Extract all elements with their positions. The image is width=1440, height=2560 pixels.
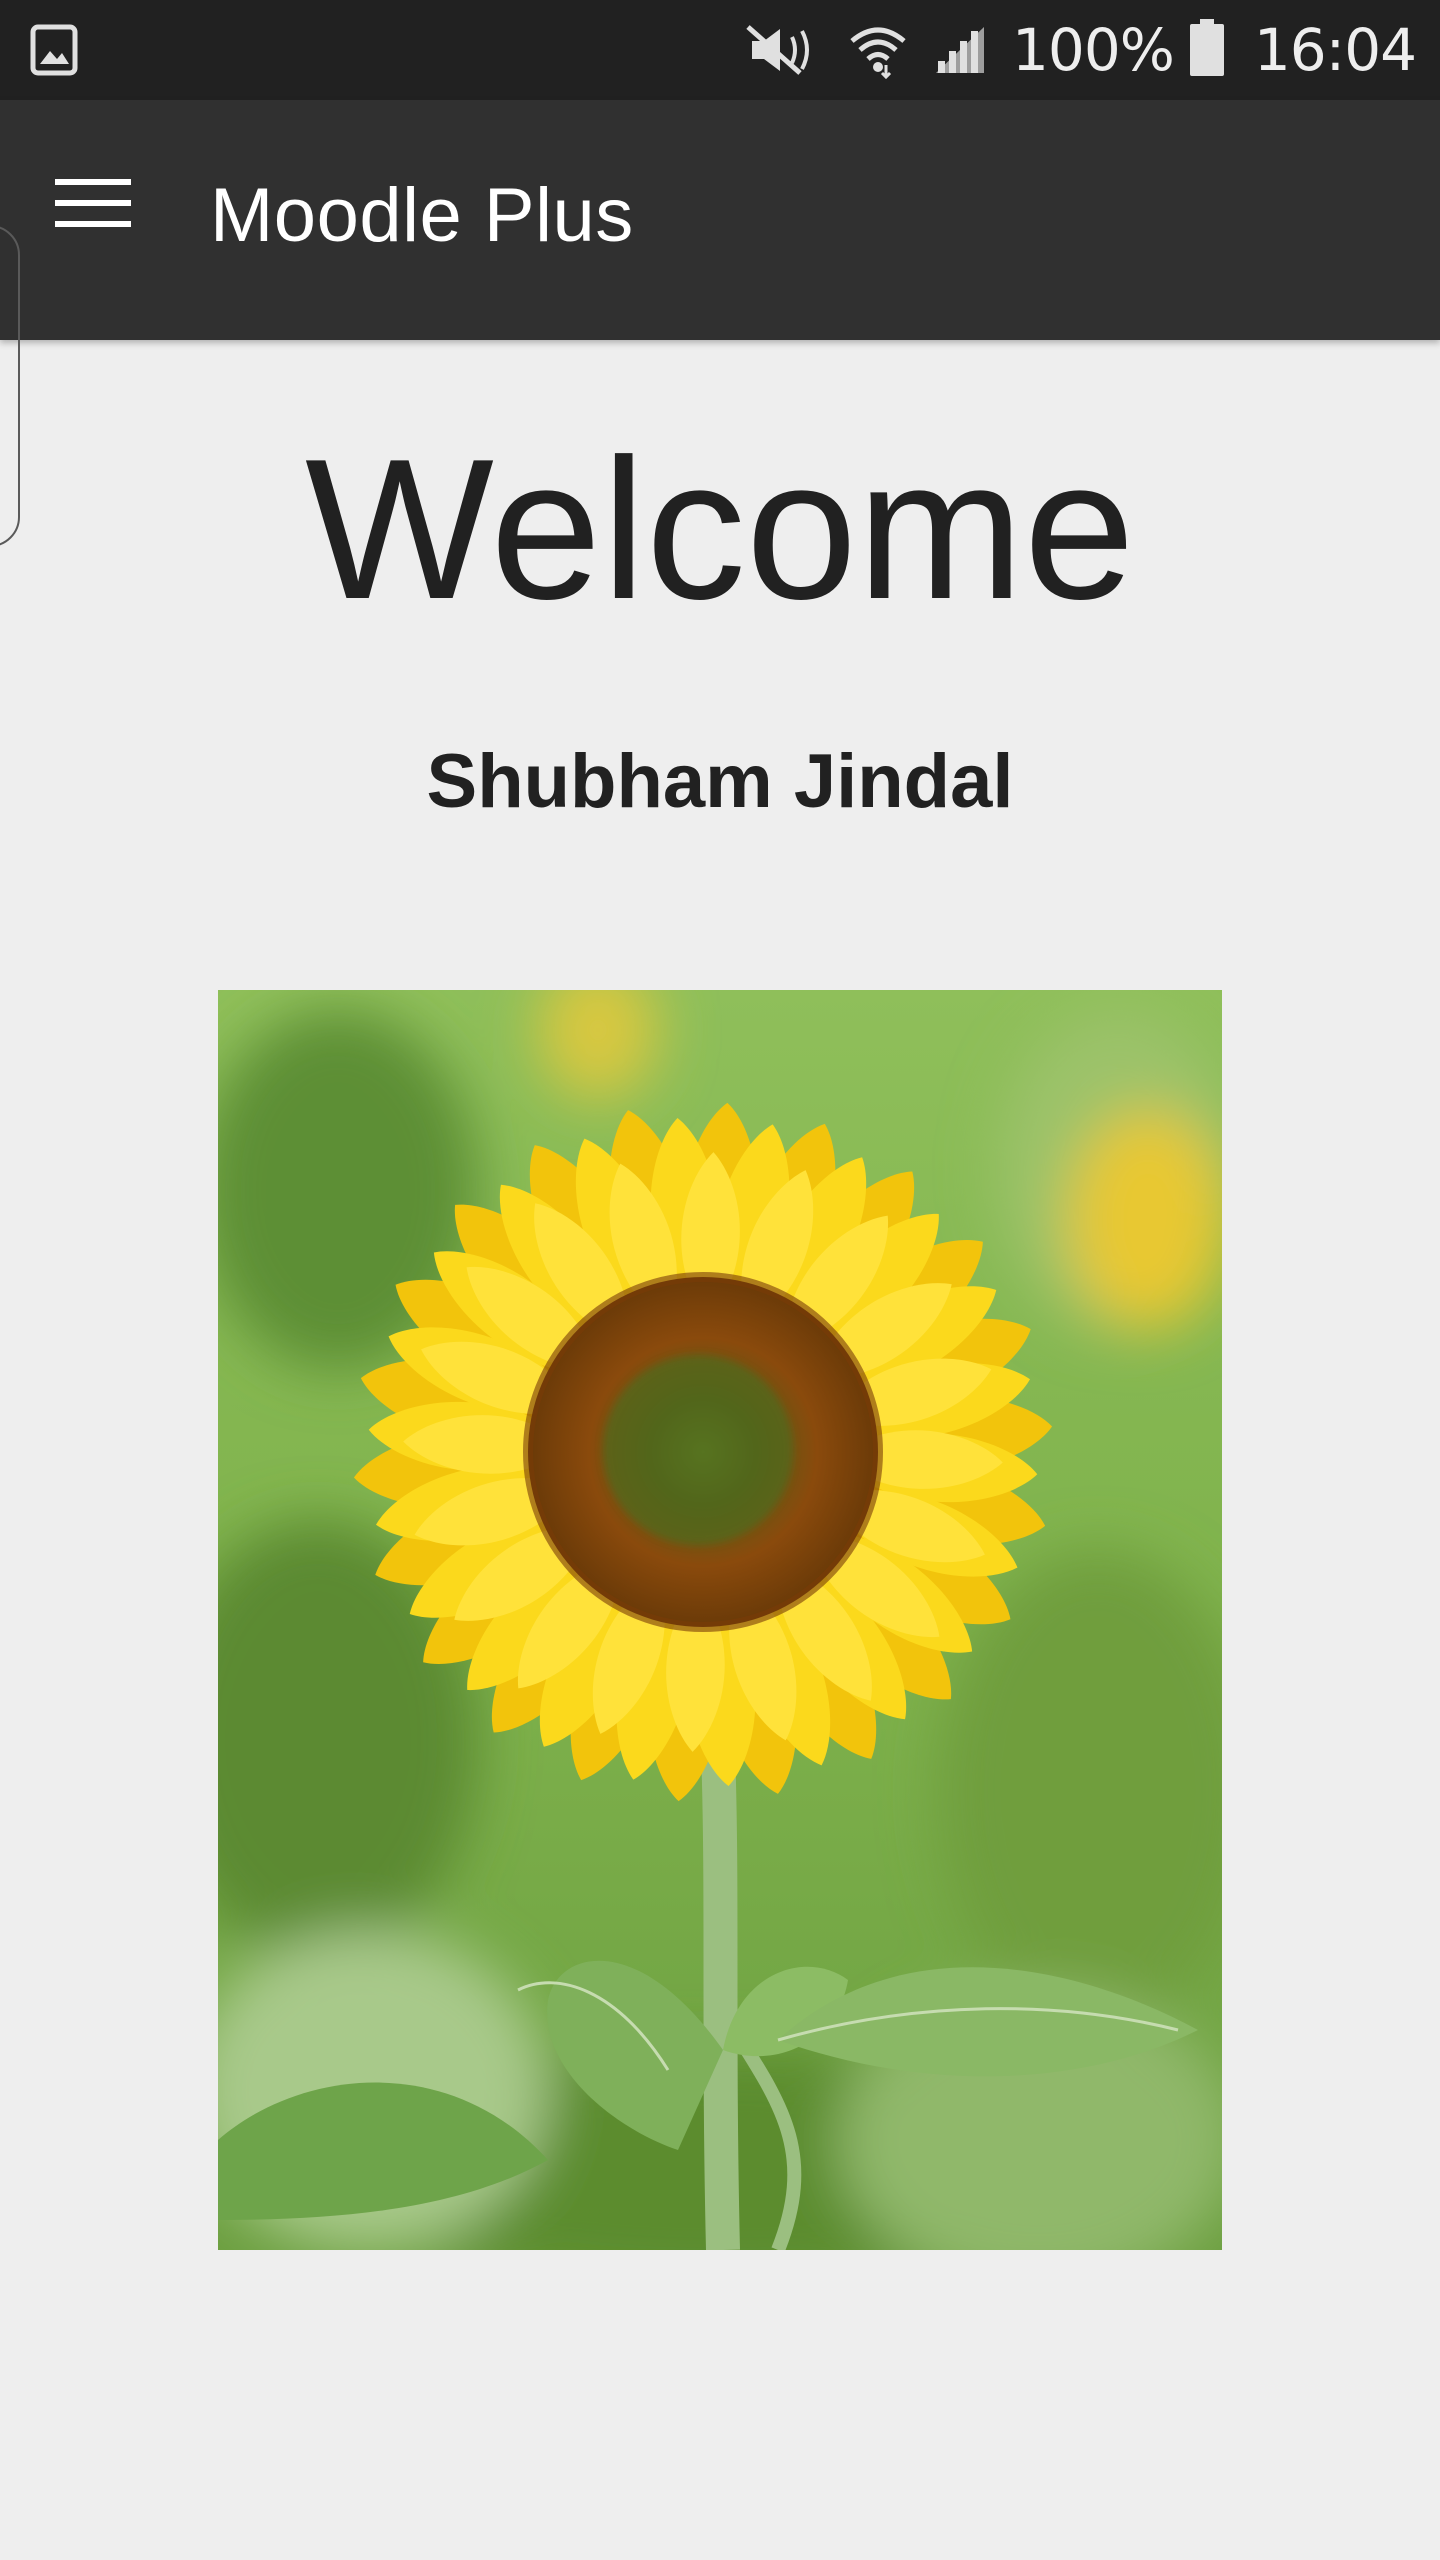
app-title: Moodle Plus xyxy=(210,173,634,258)
gallery-icon xyxy=(30,24,78,76)
mute-icon xyxy=(744,23,824,77)
user-name: Shubham Jindal xyxy=(426,739,1014,824)
hamburger-menu-icon xyxy=(55,173,135,238)
status-icons: 100% 16:04 xyxy=(744,0,1417,100)
clock: 16:04 xyxy=(1253,16,1417,84)
signal-icon xyxy=(932,23,988,77)
sunflower-image xyxy=(218,990,1222,2250)
battery-percent: 100% xyxy=(1012,16,1175,84)
wifi-icon xyxy=(848,21,908,79)
app-bar: Moodle Plus xyxy=(0,100,1440,340)
battery-icon xyxy=(1188,18,1226,82)
status-bar: 100% 16:04 xyxy=(0,0,1440,100)
welcome-heading: Welcome xyxy=(305,418,1135,641)
menu-button[interactable] xyxy=(40,160,150,250)
